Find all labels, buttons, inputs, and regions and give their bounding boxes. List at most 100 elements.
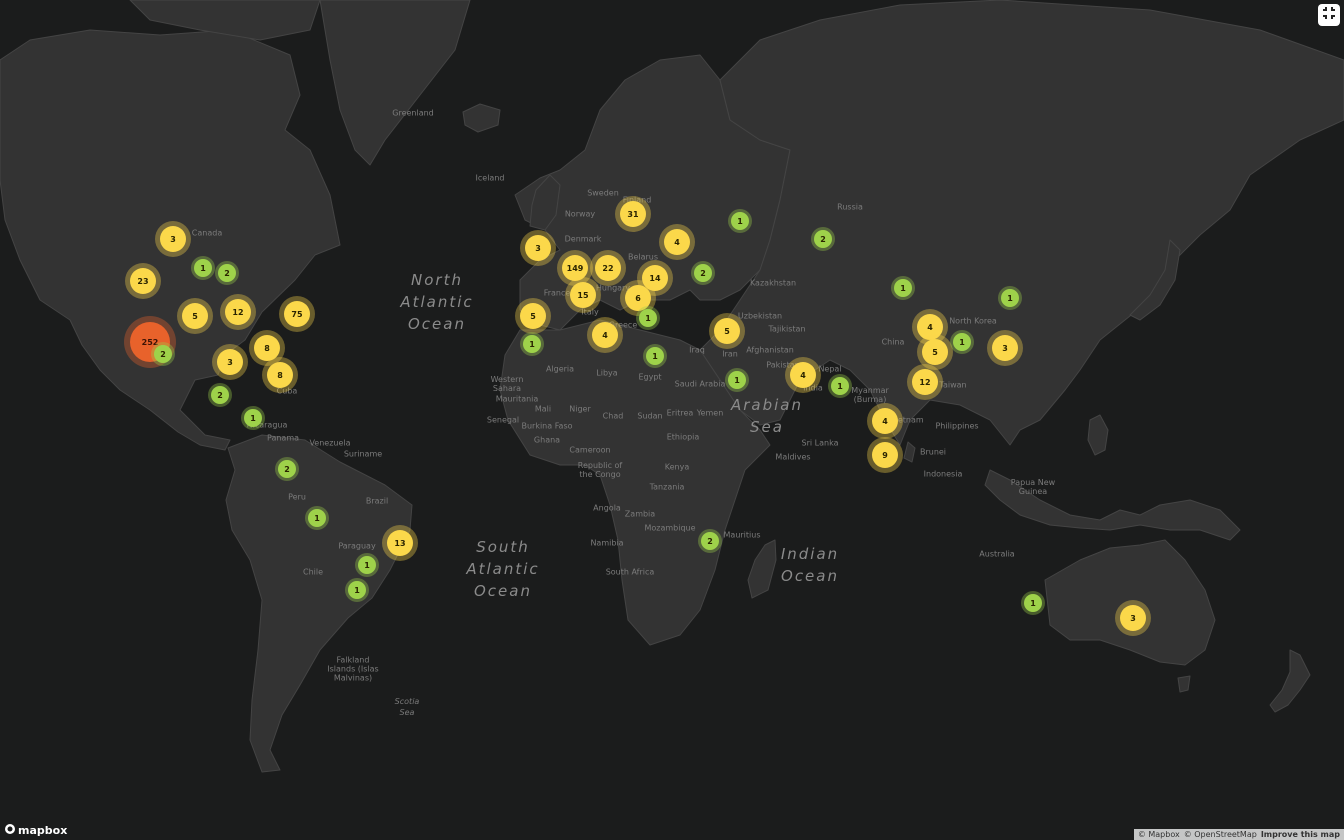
cluster-marker[interactable]: 1 — [894, 279, 912, 297]
cluster-count: 1 — [250, 413, 256, 423]
iceland-landmass — [462, 103, 501, 133]
cluster-marker[interactable]: 1 — [244, 409, 262, 427]
cluster-count: 15 — [577, 290, 589, 300]
cluster-marker[interactable]: 4 — [917, 314, 943, 340]
cluster-count: 12 — [919, 377, 931, 387]
cluster-marker[interactable]: 4 — [592, 322, 618, 348]
cluster-count: 1 — [354, 585, 360, 595]
cluster-marker[interactable]: 1 — [646, 347, 664, 365]
cluster-count: 2 — [707, 536, 713, 546]
cluster-marker[interactable]: 2 — [278, 460, 296, 478]
cluster-marker[interactable]: 2 — [701, 532, 719, 550]
cluster-marker[interactable]: 2 — [154, 345, 172, 363]
attribution-osm-link[interactable]: © OpenStreetMap — [1184, 830, 1257, 839]
map-attribution: © Mapbox © OpenStreetMap Improve this ma… — [1133, 829, 1344, 840]
cluster-count: 252 — [141, 337, 159, 347]
cluster-marker[interactable]: 4 — [664, 229, 690, 255]
cluster-marker[interactable]: 1 — [308, 509, 326, 527]
cluster-count: 1 — [1007, 293, 1013, 303]
cluster-marker[interactable]: 23 — [130, 268, 156, 294]
cluster-marker[interactable]: 3 — [1120, 605, 1146, 631]
fullscreen-button[interactable] — [1318, 4, 1340, 26]
cluster-marker[interactable]: 1 — [639, 309, 657, 327]
mapbox-logo-text: mapbox — [18, 824, 68, 837]
cluster-count: 5 — [530, 311, 536, 321]
cluster-marker[interactable]: 15 — [570, 282, 596, 308]
cluster-count: 3 — [1130, 613, 1136, 623]
world-map[interactable]: North Atlantic Ocean South Atlantic Ocean… — [0, 0, 1344, 840]
cluster-marker[interactable]: 8 — [267, 362, 293, 388]
sri-lanka — [903, 441, 916, 463]
cluster-count: 1 — [737, 216, 743, 226]
cluster-marker[interactable]: 13 — [387, 530, 413, 556]
cluster-marker[interactable]: 1 — [831, 377, 849, 395]
mapbox-logo[interactable]: mapbox — [4, 823, 67, 838]
cluster-count: 8 — [277, 370, 283, 380]
cluster-marker[interactable]: 1 — [728, 371, 746, 389]
cluster-marker[interactable]: 3 — [160, 226, 186, 252]
cluster-count: 2 — [224, 268, 230, 278]
cluster-count: 14 — [649, 273, 661, 283]
cluster-count: 8 — [264, 343, 270, 353]
cluster-count: 1 — [529, 339, 535, 349]
cluster-marker[interactable]: 22 — [595, 255, 621, 281]
cluster-count: 2 — [217, 390, 223, 400]
cluster-marker[interactable]: 8 — [254, 335, 280, 361]
south-america-landmass — [225, 434, 413, 773]
cluster-count: 31 — [627, 209, 639, 219]
new-zealand-islands — [1269, 649, 1311, 713]
cluster-count: 1 — [734, 375, 740, 385]
cluster-marker[interactable]: 1 — [194, 259, 212, 277]
cluster-marker[interactable]: 149 — [562, 255, 588, 281]
cluster-count: 23 — [137, 276, 149, 286]
cluster-marker[interactable]: 1 — [523, 335, 541, 353]
cluster-count: 1 — [652, 351, 658, 361]
cluster-marker[interactable]: 1 — [348, 581, 366, 599]
philippines-islands — [1087, 414, 1109, 456]
cluster-marker[interactable]: 4 — [790, 362, 816, 388]
cluster-marker[interactable]: 3 — [217, 349, 243, 375]
cluster-count: 2 — [700, 268, 706, 278]
cluster-marker[interactable]: 2 — [218, 264, 236, 282]
cluster-marker[interactable]: 5 — [922, 339, 948, 365]
cluster-marker[interactable]: 4 — [872, 408, 898, 434]
arctic-islands — [129, 0, 321, 41]
attribution-mapbox-link[interactable]: © Mapbox — [1138, 830, 1180, 839]
greenland-landmass — [319, 0, 471, 166]
cluster-count: 1 — [959, 337, 965, 347]
cluster-marker[interactable]: 12 — [225, 299, 251, 325]
cluster-marker[interactable]: 5 — [714, 318, 740, 344]
cluster-marker[interactable]: 1 — [953, 333, 971, 351]
tasmania — [1177, 675, 1191, 693]
cluster-count: 1 — [314, 513, 320, 523]
cluster-marker[interactable]: 2 — [814, 230, 832, 248]
cluster-count: 5 — [192, 311, 198, 321]
cluster-marker[interactable]: 1 — [1024, 594, 1042, 612]
cluster-marker[interactable]: 3 — [525, 235, 551, 261]
cluster-count: 1 — [837, 381, 843, 391]
cluster-marker[interactable]: 5 — [520, 303, 546, 329]
cluster-marker[interactable]: 6 — [625, 285, 651, 311]
cluster-marker[interactable]: 31 — [620, 201, 646, 227]
cluster-count: 149 — [566, 263, 584, 273]
cluster-count: 2 — [160, 349, 166, 359]
cluster-count: 13 — [394, 538, 406, 548]
cluster-count: 75 — [291, 309, 303, 319]
madagascar-landmass — [747, 539, 777, 599]
cluster-count: 4 — [674, 237, 680, 247]
cluster-marker[interactable]: 1 — [1001, 289, 1019, 307]
cluster-count: 1 — [900, 283, 906, 293]
australia-landmass — [1044, 539, 1216, 666]
cluster-marker[interactable]: 1 — [358, 556, 376, 574]
cluster-marker[interactable]: 12 — [912, 369, 938, 395]
cluster-marker[interactable]: 2 — [694, 264, 712, 282]
cluster-marker[interactable]: 5 — [182, 303, 208, 329]
cluster-marker[interactable]: 2 — [211, 386, 229, 404]
improve-map-link[interactable]: Improve this map — [1261, 830, 1340, 839]
cluster-marker[interactable]: 3 — [992, 335, 1018, 361]
cluster-marker[interactable]: 9 — [872, 442, 898, 468]
cluster-marker[interactable]: 75 — [284, 301, 310, 327]
cluster-marker[interactable]: 1 — [731, 212, 749, 230]
cluster-count: 1 — [200, 263, 206, 273]
cluster-count: 3 — [170, 234, 176, 244]
